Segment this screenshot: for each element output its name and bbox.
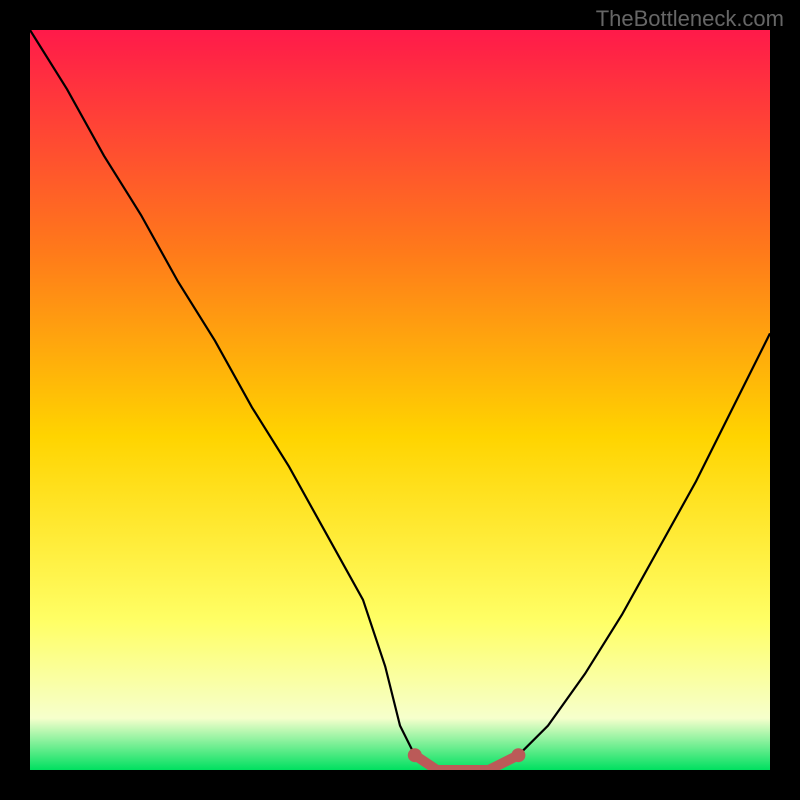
bottleneck-chart [30, 30, 770, 770]
optimal-range-dot [511, 748, 525, 762]
watermark-text: TheBottleneck.com [596, 6, 784, 32]
chart-svg [30, 30, 770, 770]
chart-background [30, 30, 770, 770]
optimal-range-dot [408, 748, 422, 762]
